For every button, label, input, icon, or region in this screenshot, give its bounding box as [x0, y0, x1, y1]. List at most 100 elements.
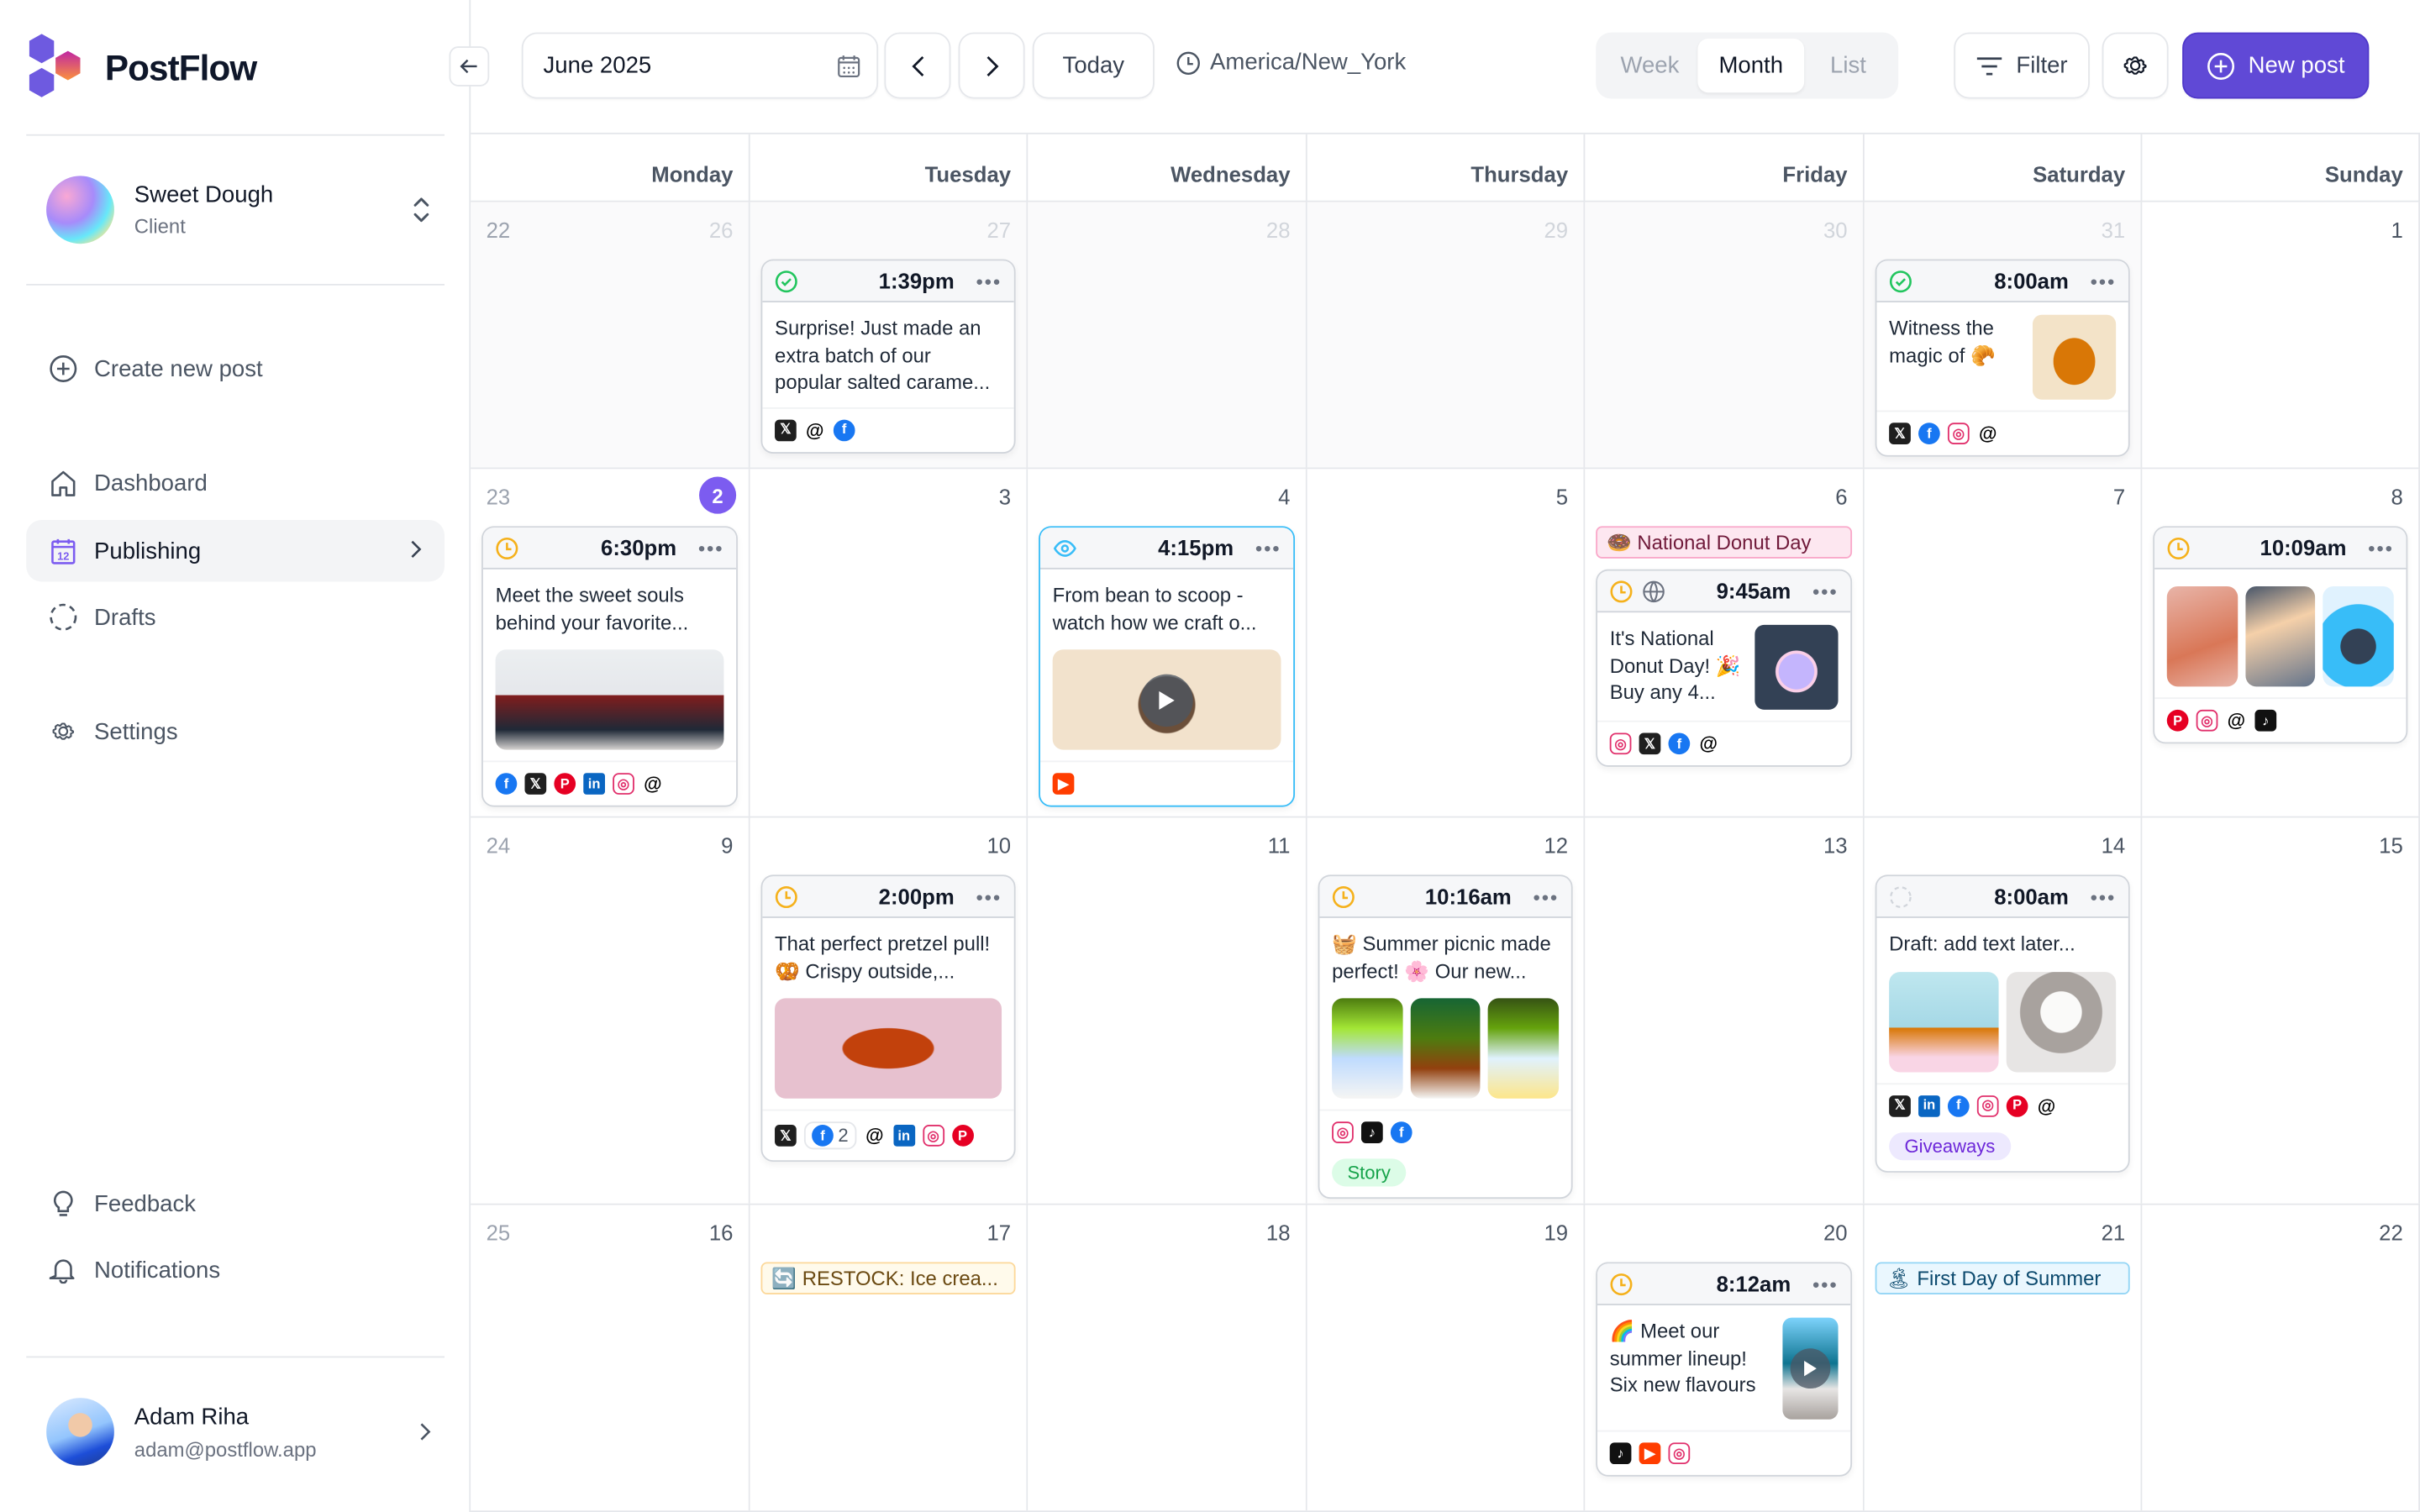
- view-tab-list[interactable]: List: [1804, 39, 1892, 92]
- day-cell[interactable]: 3: [750, 469, 1028, 816]
- new-post-button[interactable]: New post: [2182, 32, 2370, 99]
- more-options-icon[interactable]: •••: [976, 270, 1002, 293]
- more-options-icon[interactable]: •••: [1812, 1272, 1839, 1295]
- sidebar-item-label: Notifications: [94, 1257, 221, 1284]
- threads-icon: @: [1697, 732, 1720, 755]
- clock-icon: [1176, 50, 1200, 75]
- previous-month-button[interactable]: [884, 32, 951, 99]
- post-card[interactable]: 2:00pm ••• That perfect pretzel pull! 🥨 Cr…: [760, 874, 1016, 1163]
- timezone-selector[interactable]: America/New_York: [1176, 50, 1406, 76]
- collapse-sidebar-button[interactable]: [449, 46, 490, 87]
- post-card[interactable]: 8:00am ••• Witness the magic of 🥐 𝕏f ◎ @: [1875, 259, 2130, 457]
- day-cell[interactable]: 20 8:12am ••• 🌈 Meet our summer lineup! Six…: [1585, 1205, 1865, 1511]
- day-cell[interactable]: 22 26: [471, 202, 750, 468]
- post-card-header: 4:15pm •••: [1039, 528, 1294, 570]
- post-card[interactable]: 9:45am ••• It's National Donut Day! 🎉 Buy …: [1596, 569, 1853, 767]
- day-cell[interactable]: 27 1:39pm ••• Surprise! Just made an extra …: [750, 202, 1028, 468]
- day-cell[interactable]: 23 2 6:30pm ••• Meet the sweet souls behind …: [471, 469, 750, 816]
- day-cell[interactable]: 14 8:00am ••• Draft: add text later... 𝕏in f ◎…: [1864, 817, 2143, 1204]
- today-button[interactable]: Today: [1032, 32, 1155, 99]
- calendar-icon: [838, 55, 860, 77]
- post-tag[interactable]: Giveaways: [1889, 1131, 2011, 1160]
- day-cell[interactable]: 5: [1307, 469, 1586, 816]
- post-card-body: Surprise! Just made an extra batch of ou…: [762, 302, 1013, 407]
- post-card[interactable]: 10:09am ••• P ◎ @ ♪: [2153, 526, 2408, 744]
- calendar-settings-button[interactable]: [2102, 32, 2169, 99]
- date-number: 16: [708, 1220, 734, 1246]
- sidebar-item-label: Publishing: [94, 538, 202, 564]
- post-tag[interactable]: Story: [1332, 1158, 1407, 1187]
- post-media-gallery: [2166, 585, 2394, 687]
- post-card-body: Draft: add text later...: [1876, 918, 2128, 1083]
- view-tab-month[interactable]: Month: [1697, 38, 1805, 93]
- date-number: 5: [1555, 484, 1569, 510]
- date-number: 7: [2112, 484, 2126, 510]
- post-card[interactable]: 10:16am ••• 🧺 Summer picnic made perfect! …: [1318, 874, 1573, 1200]
- post-card[interactable]: 6:30pm ••• Meet the sweet souls behind you…: [481, 526, 738, 807]
- lightbulb-icon: [48, 1188, 79, 1219]
- facebook-account-count[interactable]: f2: [803, 1121, 856, 1150]
- more-options-icon[interactable]: •••: [698, 536, 724, 559]
- sidebar-item-publishing[interactable]: 12 Publishing: [26, 519, 445, 582]
- more-options-icon[interactable]: •••: [2368, 536, 2394, 559]
- post-card-header: 10:16am •••: [1319, 876, 1571, 918]
- month-picker[interactable]: June 2025: [521, 32, 879, 99]
- more-options-icon[interactable]: •••: [2091, 885, 2117, 908]
- post-card[interactable]: 4:15pm ••• From bean to scoop - watch how …: [1039, 526, 1296, 807]
- day-cell[interactable]: 10 2:00pm ••• That perfect pretzel pull! 🥨 …: [750, 817, 1028, 1204]
- sidebar-item-feedback[interactable]: Feedback: [26, 1173, 445, 1234]
- workspace-name: Sweet Dough: [134, 181, 274, 208]
- day-cell[interactable]: 17 🔄 RESTOCK: Ice crea...: [750, 1205, 1028, 1511]
- calendar-event[interactable]: 🏝 First Day of Summer: [1875, 1262, 2130, 1295]
- sidebar-item-drafts[interactable]: Drafts: [26, 586, 445, 648]
- calendar-event[interactable]: 🔄 RESTOCK: Ice crea...: [760, 1262, 1016, 1295]
- next-month-button[interactable]: [958, 32, 1025, 99]
- user-menu[interactable]: Adam Riha adam@postflow.app: [46, 1398, 432, 1466]
- post-time: 10:16am: [1424, 884, 1512, 909]
- day-cell[interactable]: 4 4:15pm ••• From bean to scoop - watch how…: [1028, 469, 1307, 816]
- day-cell[interactable]: 25 16: [471, 1205, 750, 1511]
- day-cell[interactable]: 1: [2142, 202, 2420, 468]
- sidebar-item-notifications[interactable]: Notifications: [26, 1239, 445, 1300]
- day-cell[interactable]: 7: [1864, 469, 2143, 816]
- day-cell[interactable]: 18: [1028, 1205, 1307, 1511]
- threads-icon: @: [1976, 423, 1999, 444]
- sidebar-item-dashboard[interactable]: Dashboard: [26, 452, 445, 513]
- day-cell[interactable]: 29: [1307, 202, 1586, 468]
- more-options-icon[interactable]: •••: [1255, 536, 1281, 559]
- post-card[interactable]: 8:00am ••• Draft: add text later... 𝕏in f ◎ P @…: [1875, 874, 2130, 1172]
- day-cell[interactable]: 19: [1307, 1205, 1586, 1511]
- app-logo[interactable]: PostFlow: [28, 33, 257, 103]
- day-cell[interactable]: 11: [1028, 817, 1307, 1204]
- filter-button[interactable]: Filter: [1954, 32, 2090, 99]
- day-cell[interactable]: 21 🏝 First Day of Summer: [1864, 1205, 2143, 1511]
- day-cell[interactable]: 8 10:09am ••• P ◎ @ ♪: [2142, 469, 2420, 816]
- day-cell[interactable]: 22: [2142, 1205, 2420, 1511]
- day-cell[interactable]: 30: [1585, 202, 1865, 468]
- sidebar-item-settings[interactable]: Settings: [26, 701, 445, 762]
- day-cell[interactable]: 24 9: [471, 817, 750, 1204]
- threads-icon: @: [642, 773, 664, 795]
- sidebar-divider: [26, 134, 445, 136]
- more-options-icon[interactable]: •••: [2091, 270, 2117, 293]
- view-tab-week[interactable]: Week: [1602, 39, 1698, 92]
- more-options-icon[interactable]: •••: [1812, 580, 1839, 603]
- post-card[interactable]: 1:39pm ••• Surprise! Just made an extra ba…: [760, 259, 1016, 454]
- workspace-switcher[interactable]: Sweet Dough Client: [46, 175, 432, 245]
- day-cell[interactable]: 15: [2142, 817, 2420, 1204]
- day-cell[interactable]: 12 10:16am ••• 🧺 Summer picnic made perfect…: [1307, 817, 1586, 1204]
- day-cell[interactable]: 31 8:00am ••• Witness the magic of 🥐 𝕏f ◎ @: [1864, 202, 2143, 468]
- chevron-right-icon: [411, 540, 422, 558]
- chevron-right-icon: [986, 55, 998, 76]
- create-new-post-link[interactable]: Create new post: [26, 338, 445, 399]
- calendar-event[interactable]: 🍩 National Donut Day: [1596, 526, 1853, 559]
- day-cell[interactable]: 13: [1585, 817, 1865, 1204]
- day-cell[interactable]: 28: [1028, 202, 1307, 468]
- more-options-icon[interactable]: •••: [976, 885, 1002, 908]
- more-options-icon[interactable]: •••: [1534, 885, 1560, 908]
- weekday-header: Saturday: [1865, 134, 2143, 202]
- post-card[interactable]: 8:12am ••• 🌈 Meet our summer lineup! Six n…: [1596, 1262, 1853, 1477]
- day-cell[interactable]: 6 🍩 National Donut Day 9:45am ••• It's Natio…: [1585, 469, 1865, 816]
- post-text: Witness the magic of 🥐: [1889, 316, 1996, 367]
- post-card-header: 8:00am •••: [1876, 876, 2128, 918]
